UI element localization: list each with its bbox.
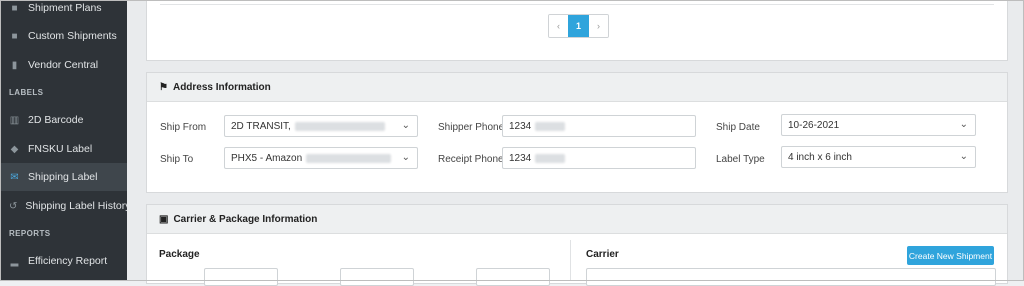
address-panel: ⚑ Address Information Ship From 2D TRANS… (146, 72, 1008, 193)
sidebar-item-shipment-plans[interactable]: ■ Shipment Plans (0, 0, 127, 22)
truck-icon: ■ (11, 2, 18, 14)
sidebar-item-shipping-label[interactable]: ✉ Shipping Label (0, 163, 127, 191)
list-panel: ‹ 1 › (146, 0, 1008, 61)
create-new-shipment-button[interactable]: Create New Shipment (907, 246, 994, 265)
ship-date-label: Ship Date (716, 122, 760, 133)
ship-to-value: PHX5 - Amazon (231, 152, 303, 164)
redacted-text (294, 121, 385, 131)
label-type-value: 4 inch x 6 inch (788, 151, 852, 163)
carrier-panel-title: Carrier & Package Information (173, 213, 318, 225)
sidebar-item-2d-barcode[interactable]: ▥ 2D Barcode (0, 106, 127, 134)
section-divider (570, 240, 571, 281)
chart-icon: ▮ (11, 59, 18, 71)
label-type-label: Label Type (716, 154, 765, 165)
redacted-text (535, 121, 566, 131)
section-reports: REPORTS (9, 229, 51, 238)
sidebar-item-label: 2D Barcode (28, 114, 84, 126)
pagination-next-button[interactable]: › (589, 15, 608, 37)
sidebar-item-label: Custom Shipments (28, 30, 117, 42)
receipt-phone-label: Receipt Phone (438, 154, 504, 165)
table-bottom-border (160, 4, 994, 5)
chevron-down-icon: ⌄ (401, 120, 410, 131)
barcode-icon: ▥ (9, 114, 20, 126)
address-panel-header: ⚑ Address Information (147, 73, 1007, 102)
chevron-down-icon: ⌄ (959, 119, 968, 130)
pagination: ‹ 1 › (548, 14, 609, 38)
sidebar-item-label: Shipping Label History (25, 200, 131, 212)
package-width-input[interactable] (340, 268, 414, 286)
redacted-text (306, 153, 392, 163)
ship-from-value: 2D TRANSIT, (231, 120, 291, 132)
bar-chart-icon: ▂ (10, 255, 19, 267)
sidebar-item-label: Vendor Central (28, 59, 99, 71)
sidebar-item-label: FNSKU Label (28, 143, 93, 155)
pagination-page-1[interactable]: 1 (568, 15, 589, 37)
truck-icon: ■ (11, 30, 18, 42)
sidebar-item-label: Shipping Label (28, 171, 98, 183)
shipper-phone-label: Shipper Phone (438, 122, 505, 133)
sidebar-item-efficiency-report[interactable]: ▂ Efficiency Report (0, 247, 127, 275)
sidebar-item-fnsku-label[interactable]: ◆ FNSKU Label (0, 135, 127, 163)
gift-icon: ▣ (159, 213, 169, 225)
carrier-title: Carrier (586, 249, 619, 260)
history-icon: ↺ (9, 200, 18, 212)
label-type-select[interactable]: 4 inch x 6 inch ⌄ (781, 146, 976, 168)
receipt-phone-input[interactable]: 1234 (502, 147, 696, 169)
sidebar: ■ Shipment Plans ■ Custom Shipments ▮ Ve… (0, 0, 131, 281)
signpost-icon: ⚑ (159, 81, 168, 93)
section-labels: LABELS (9, 88, 44, 97)
shipper-phone-value: 1234 (509, 120, 532, 132)
chevron-down-icon: ⌄ (401, 152, 410, 163)
package-height-input[interactable] (476, 268, 550, 286)
sidebar-item-label: Efficiency Report (28, 255, 108, 267)
package-title: Package (159, 249, 200, 260)
ship-from-select[interactable]: 2D TRANSIT, ⌄ (224, 115, 418, 137)
address-panel-title: Address Information (172, 81, 271, 93)
receipt-phone-value: 1234 (509, 152, 532, 164)
envelope-icon: ✉ (10, 171, 19, 183)
ship-to-select[interactable]: PHX5 - Amazon ⌄ (224, 147, 418, 169)
package-length-input[interactable] (204, 268, 278, 286)
redacted-text (535, 153, 566, 163)
sidebar-item-vendor-central[interactable]: ▮ Vendor Central (0, 51, 127, 79)
shipper-phone-input[interactable]: 1234 (502, 115, 696, 137)
tag-icon: ◆ (10, 143, 19, 155)
pagination-prev-button[interactable]: ‹ (549, 15, 568, 37)
ship-to-label: Ship To (160, 154, 194, 165)
ship-date-select[interactable]: 10-26-2021 ⌄ (781, 114, 976, 136)
ship-date-value: 10-26-2021 (788, 119, 840, 131)
carrier-panel-header: ▣ Carrier & Package Information (147, 205, 1007, 234)
ship-from-label: Ship From (160, 122, 207, 133)
sidebar-item-custom-shipments[interactable]: ■ Custom Shipments (0, 22, 127, 50)
sidebar-item-shipping-label-history[interactable]: ↺ Shipping Label History (0, 192, 131, 220)
chevron-down-icon: ⌄ (959, 151, 968, 162)
carrier-select[interactable] (586, 268, 996, 286)
sidebar-item-label: Shipment Plans (28, 2, 102, 14)
